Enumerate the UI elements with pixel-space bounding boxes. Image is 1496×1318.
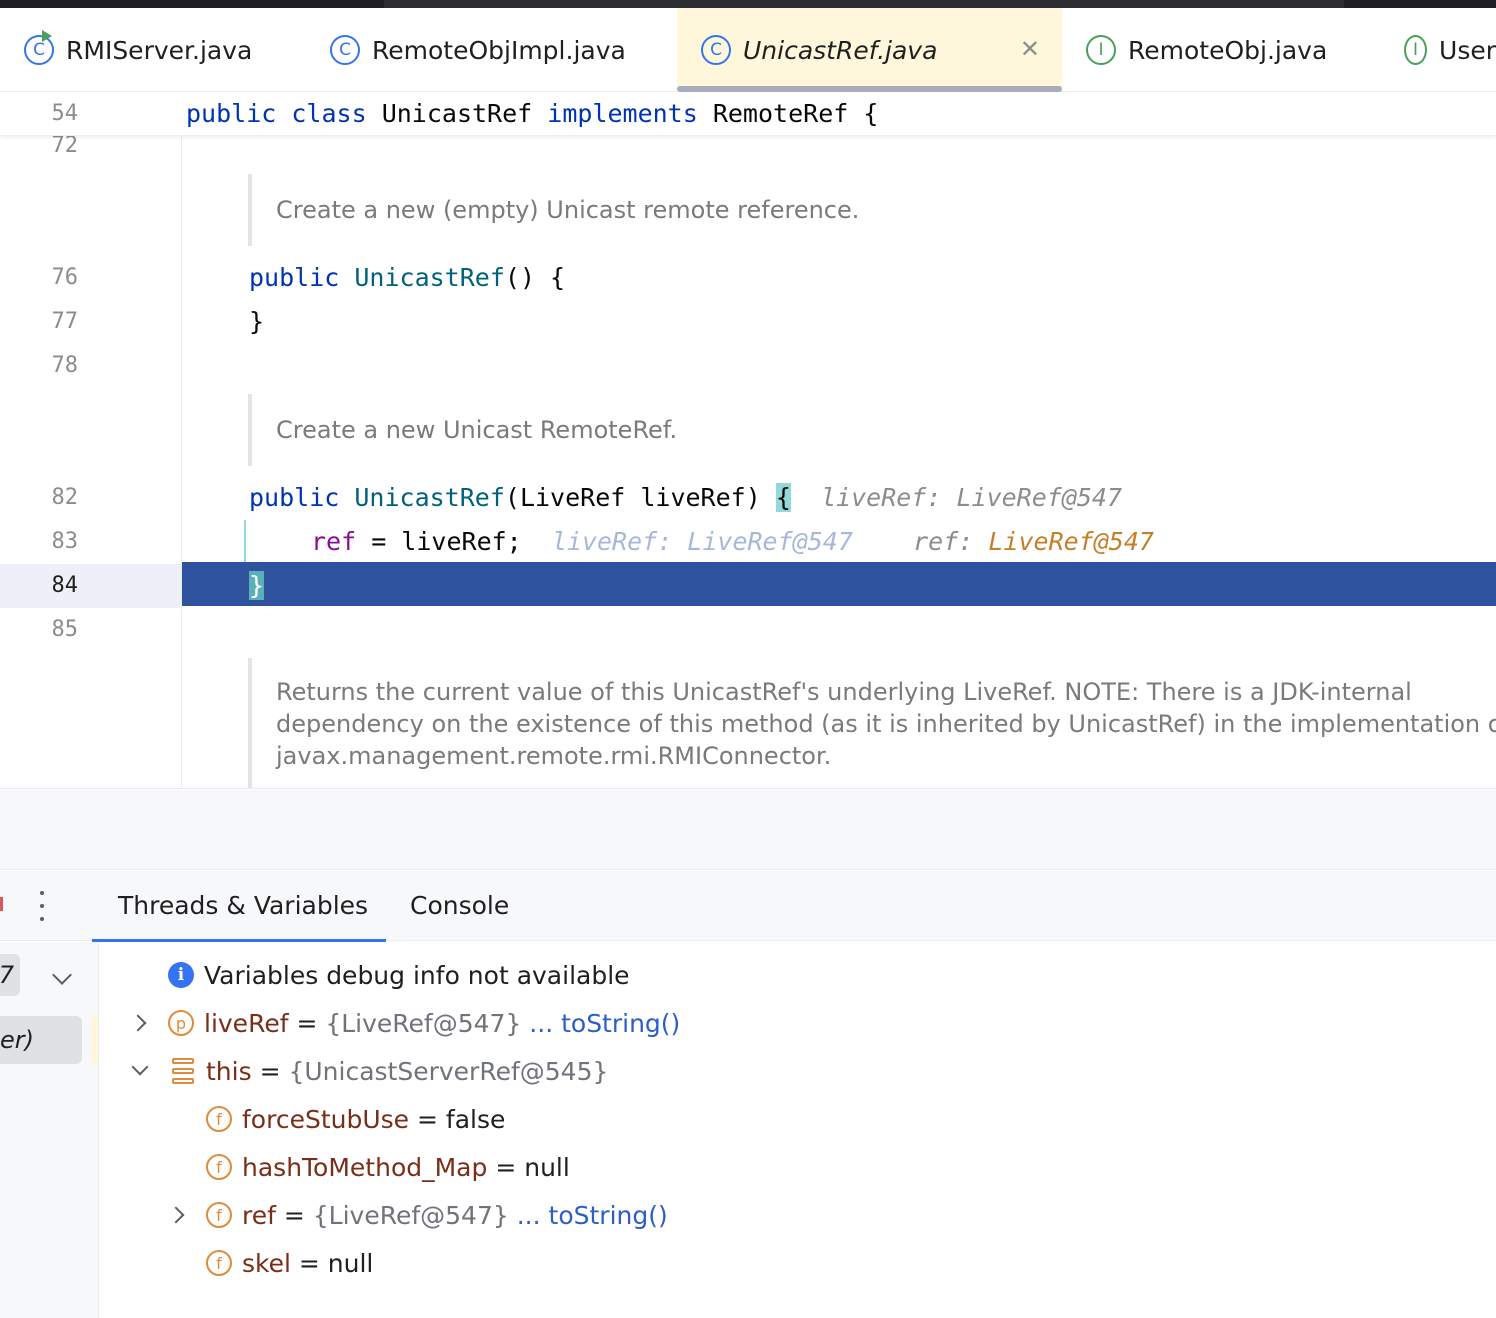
thread-selector[interactable]: 7 <box>0 954 20 996</box>
tostring-link[interactable]: ... toString() <box>509 1201 668 1230</box>
code-line-76[interactable]: public UnicastRef() { <box>249 256 565 300</box>
inline-debug-hint: liveRef: <box>821 483 957 512</box>
expand-chevron-right-icon[interactable] <box>129 1014 147 1032</box>
matched-brace: { <box>775 483 791 512</box>
code-line-82[interactable]: public UnicastRef(LiveRef liveRef) { liv… <box>249 476 1122 520</box>
class-icon: C <box>330 35 360 65</box>
interface-icon: I <box>1404 35 1428 65</box>
code-line-83[interactable]: ref = liveRef; liveRef: LiveRef@547 ref:… <box>311 520 1154 564</box>
code-line-84[interactable]: } <box>249 564 265 608</box>
line-number: 54 <box>51 101 79 126</box>
close-icon[interactable]: ✕ <box>1020 35 1040 63</box>
parameter-icon: p <box>168 1010 194 1036</box>
error-marker-icon <box>0 897 3 911</box>
field-icon: f <box>206 1250 232 1276</box>
tab-threads-variables[interactable]: Threads & Variables <box>92 871 386 942</box>
code-line-54[interactable]: public class UnicastRef implements Remot… <box>186 92 878 136</box>
field-icon: f <box>206 1202 232 1228</box>
tab-remoteobj[interactable]: I RemoteObj.java <box>1086 8 1376 92</box>
tab-rmiserver[interactable]: C RMIServer.java <box>24 8 304 92</box>
run-marker-icon <box>42 30 52 42</box>
scope-indicator <box>244 520 246 564</box>
javadoc-block: Create a new Unicast RemoteRef. <box>248 394 677 466</box>
variables-pane: i Variables debug info not available p l… <box>100 942 1496 1318</box>
variable-row[interactable]: p liveRef = {LiveRef@547} ... toString() <box>168 999 680 1047</box>
line-number: 78 <box>51 353 79 378</box>
variable-row[interactable]: this = {UnicastServerRef@545} <box>172 1047 608 1095</box>
frames-pane: 7 er) <box>0 942 99 1318</box>
sticky-class-header: 54 public class UnicastRef implements Re… <box>0 92 1496 136</box>
interface-icon: I <box>1086 35 1116 65</box>
variable-row[interactable]: f forceStubUse = false <box>206 1095 505 1143</box>
code-line-77[interactable]: } <box>249 300 264 344</box>
frame-highlight <box>92 1016 98 1064</box>
more-options-icon[interactable] <box>36 891 48 921</box>
class-icon: C <box>701 35 731 65</box>
field-icon: f <box>206 1106 232 1132</box>
debug-info-message: i Variables debug info not available <box>168 951 630 999</box>
stack-frame-item[interactable]: er) <box>0 1016 82 1064</box>
line-number: 76 <box>51 265 79 290</box>
object-icon <box>172 1058 194 1084</box>
execution-point-line <box>182 562 1496 606</box>
field-icon: f <box>206 1154 232 1180</box>
variable-row[interactable]: f hashToMethod_Map = null <box>206 1143 570 1191</box>
debug-tool-window-header: Threads & Variables Console <box>0 871 1496 942</box>
tostring-link[interactable]: ... toString() <box>521 1009 680 1038</box>
tab-user[interactable]: I User <box>1404 8 1496 92</box>
tab-console[interactable]: Console <box>410 871 509 941</box>
collapse-chevron-down-icon[interactable] <box>131 1058 149 1076</box>
info-icon: i <box>168 962 194 988</box>
editor-tab-bar: C RMIServer.java C RemoteObjImpl.java C … <box>0 8 1496 92</box>
code-editor[interactable]: 54 public class UnicastRef implements Re… <box>0 92 1496 789</box>
window-top-strip <box>0 0 1496 8</box>
tab-remoteobjimpl[interactable]: C RemoteObjImpl.java <box>330 8 650 92</box>
inline-debug-hint: liveRef: LiveRef@547 <box>551 527 853 556</box>
line-number: 85 <box>51 617 79 642</box>
gutter-divider <box>181 92 182 788</box>
chevron-down-icon[interactable] <box>52 965 72 985</box>
line-number: 84 <box>51 573 79 598</box>
javadoc-block: Create a new (empty) Unicast remote refe… <box>248 174 859 246</box>
line-number: 82 <box>51 485 79 510</box>
line-number: 77 <box>51 309 79 334</box>
line-number: 83 <box>51 529 79 554</box>
variable-row[interactable]: f skel = null <box>206 1239 373 1287</box>
expand-chevron-right-icon[interactable] <box>167 1206 185 1224</box>
javadoc-block: Returns the current value of this Unicas… <box>248 658 1496 788</box>
tool-window-toolbar-area <box>0 790 1496 870</box>
tab-unicastref[interactable]: C UnicastRef.java ✕ <box>677 8 1062 92</box>
variable-row[interactable]: f ref = {LiveRef@547} ... toString() <box>206 1191 668 1239</box>
